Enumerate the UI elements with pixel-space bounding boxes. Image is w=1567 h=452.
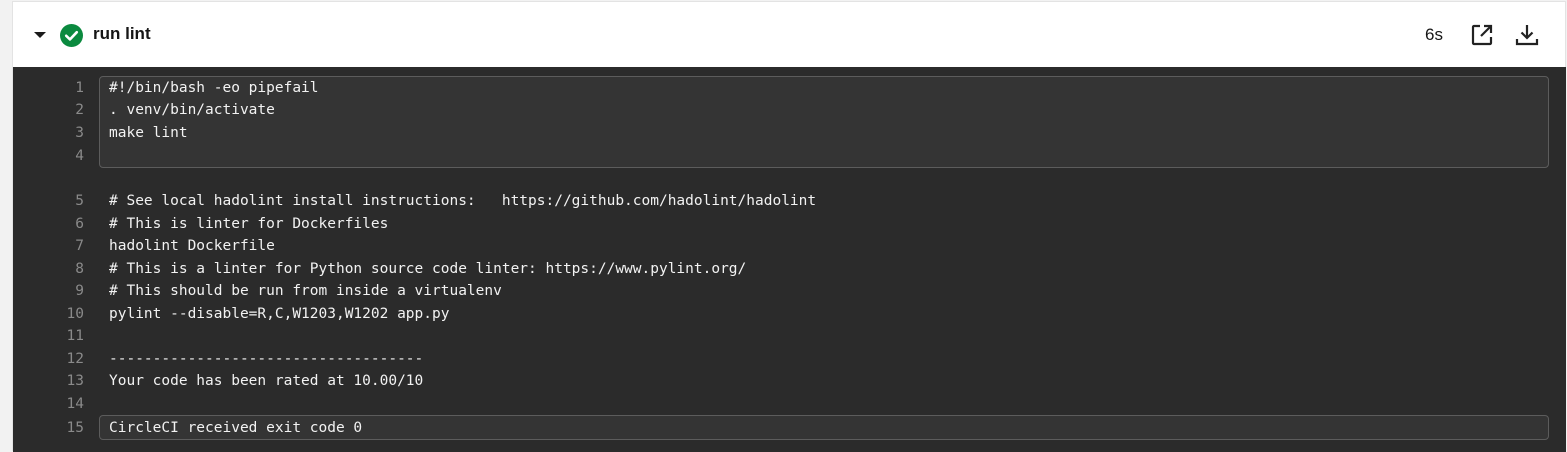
line-number: 7 [75, 238, 84, 254]
line-number: 6 [75, 216, 84, 232]
line-text: # This should be run from inside a virtu… [109, 283, 502, 299]
line-number: 10 [66, 306, 84, 322]
log-line: 5 # See local hadolint install instructio… [13, 190, 1566, 212]
line-number: 4 [75, 148, 84, 164]
log-line: 12 ------------------------------------ [13, 348, 1566, 370]
step-card: run lint 6s 1 #!/bin/bash -eo pipefail 2.… [12, 1, 1566, 452]
line-number: 3 [75, 125, 84, 141]
line-text: CircleCI received exit code 0 [109, 420, 363, 436]
check-circle-icon [60, 24, 83, 47]
log-line: 1 #!/bin/bash -eo pipefail [13, 77, 1566, 99]
line-number: 15 [66, 420, 84, 436]
line-text: Your code has been rated at 10.00/10 [109, 373, 424, 389]
log-line: 2 . venv/bin/activate [13, 99, 1566, 121]
log-line: 11 [13, 325, 1566, 347]
line-number: 2 [75, 102, 84, 118]
line-text: #!/bin/bash -eo pipefail [109, 80, 319, 96]
log-line: 13 Your code has been rated at 10.00/10 [13, 370, 1566, 392]
step-title: run lint [93, 24, 151, 43]
download-icon[interactable] [1514, 22, 1540, 48]
line-text: make lint [109, 125, 188, 141]
line-text: . venv/bin/activate [109, 102, 275, 118]
step-header[interactable]: run lint 6s [13, 2, 1565, 66]
line-text: ------------------------------------ [109, 351, 424, 367]
line-text: pylint --disable=R,C,W1203,W1202 app.py [109, 306, 450, 322]
line-number: 1 [75, 80, 84, 96]
log-line: 6 # This is linter for Dockerfiles [13, 213, 1566, 235]
log-line: 9 # This should be run from inside a virt… [13, 280, 1566, 302]
log-line: 15 CircleCI received exit code 0 [13, 417, 1566, 439]
log-line: 14 [13, 393, 1566, 415]
line-number: 5 [75, 193, 84, 209]
line-number: 11 [66, 328, 84, 344]
line-number: 12 [66, 351, 84, 367]
caret-down-icon[interactable] [34, 32, 46, 38]
log-line: 7 hadolint Dockerfile [13, 235, 1566, 257]
external-link-icon[interactable] [1469, 22, 1495, 48]
line-text: # This is linter for Dockerfiles [109, 216, 389, 232]
line-number: 9 [75, 283, 84, 299]
log-line: 8 # This is a linter for Python source co… [13, 258, 1566, 280]
log-line: 10 pylint --disable=R,C,W1203,W1202 app.p… [13, 303, 1566, 325]
log-output[interactable]: 1 #!/bin/bash -eo pipefail 2 . venv/bin/ac… [13, 67, 1566, 452]
line-text: hadolint Dockerfile [109, 238, 275, 254]
line-number: 13 [66, 373, 84, 389]
line-number: 8 [75, 261, 84, 277]
line-number: 14 [66, 396, 84, 412]
log-line: 4 [13, 145, 1566, 167]
step-duration: 6s [1425, 25, 1443, 44]
line-text: # See local hadolint install instruction… [109, 193, 817, 209]
log-line: 3 make lint [13, 122, 1566, 144]
line-text: # This is a linter for Python source cod… [109, 261, 747, 277]
